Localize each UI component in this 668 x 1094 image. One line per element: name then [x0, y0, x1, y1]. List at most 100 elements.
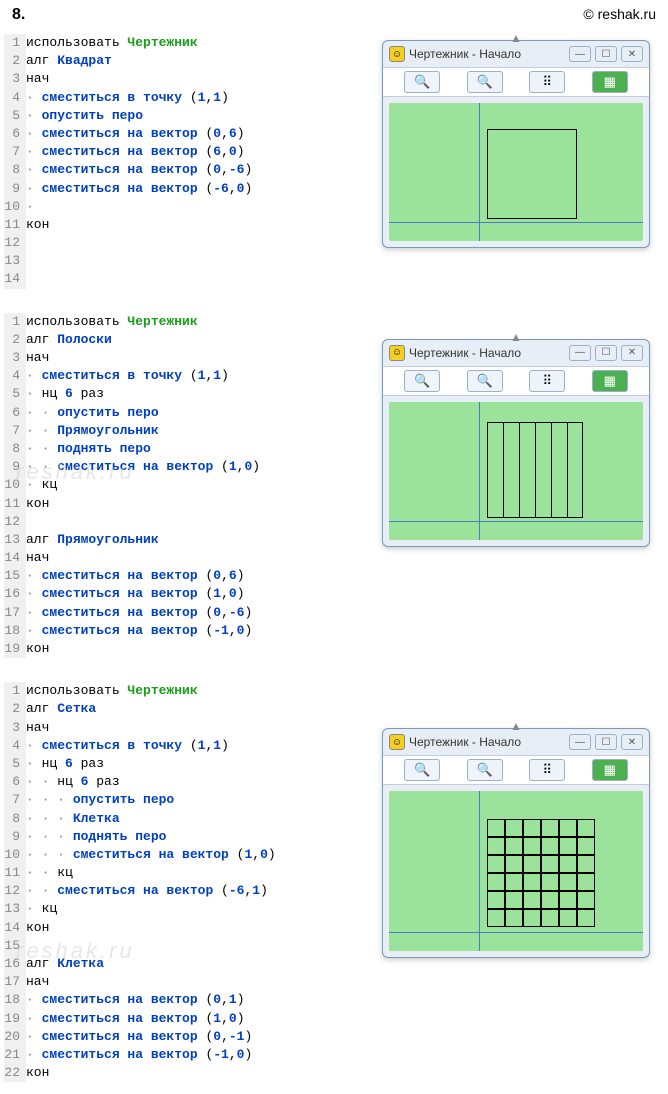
maximize-button[interactable]: ☐ [595, 46, 617, 62]
zoom-in-button[interactable]: 🔍 [404, 370, 440, 392]
code-text: · сместиться на вектор (0,-6) [26, 604, 252, 622]
code-text: · кц [26, 476, 57, 494]
toolbar: 🔍 🔍 ⠿ ▦ [383, 366, 649, 396]
line-number: 4 [4, 367, 26, 385]
zoom-in-button[interactable]: 🔍 [404, 759, 440, 781]
code-line: 5· нц 6 раз [4, 385, 360, 403]
minimize-button[interactable]: — [569, 46, 591, 62]
line-number: 6 [4, 125, 26, 143]
code-line: 4· сместиться в точку (1,1) [4, 737, 360, 755]
line-number: 18 [4, 991, 26, 1009]
code-line: 18· сместиться на вектор (0,1) [4, 991, 360, 1009]
line-number: 7 [4, 422, 26, 440]
line-number: 22 [4, 1064, 26, 1082]
line-number: 5 [4, 385, 26, 403]
window-2: ▲ ☺ Чертежник - Начало — ☐ ✕ 🔍 🔍 ⠿ ▦ [382, 339, 650, 547]
line-number: 1 [4, 34, 26, 52]
canvas-2[interactable] [389, 402, 643, 540]
zoom-out-button[interactable]: 🔍 [467, 759, 503, 781]
code-text: нач [26, 973, 49, 991]
line-number: 11 [4, 864, 26, 882]
close-button[interactable]: ✕ [621, 734, 643, 750]
line-number: 11 [4, 495, 26, 513]
code-line: 1использовать Чертежник [4, 313, 360, 331]
copyright: © reshak.ru [583, 6, 656, 24]
app-icon: ☺ [389, 734, 405, 750]
code-text: · · сместиться на вектор (1,0) [26, 458, 260, 476]
code-text: · · · опустить перо [26, 791, 174, 809]
code-line: 13алг Прямоугольник [4, 531, 360, 549]
toolbar: 🔍 🔍 ⠿ ▦ [383, 755, 649, 785]
app-icon: ☺ [389, 345, 405, 361]
task-number: 8. [12, 6, 25, 24]
code-line: 12 [4, 234, 360, 252]
line-number: 21 [4, 1046, 26, 1064]
line-number: 3 [4, 70, 26, 88]
canvas-3[interactable] [389, 791, 643, 951]
code-text: · · сместиться на вектор (-6,1) [26, 882, 268, 900]
canvas-1[interactable] [389, 103, 643, 241]
code-line: 15· сместиться на вектор (0,6) [4, 567, 360, 585]
line-number: 12 [4, 234, 26, 252]
code-line: 2алг Полоски [4, 331, 360, 349]
zoom-out-button[interactable]: 🔍 [467, 71, 503, 93]
home-button[interactable]: ▦ [592, 71, 628, 93]
zoom-out-button[interactable]: 🔍 [467, 370, 503, 392]
line-number: 13 [4, 531, 26, 549]
code-line: 4· сместиться в точку (1,1) [4, 367, 360, 385]
code-line: 16алг Клетка [4, 955, 360, 973]
grid-button[interactable]: ⠿ [529, 370, 565, 392]
home-button[interactable]: ▦ [592, 370, 628, 392]
minimize-button[interactable]: — [569, 345, 591, 361]
code-text: · сместиться на вектор (1,0) [26, 1010, 245, 1028]
code-text: алг Клетка [26, 955, 104, 973]
code-block-2: 1использовать Чертежник2алг Полоски3нач4… [0, 309, 360, 663]
code-text: · сместиться в точку (1,1) [26, 89, 229, 107]
maximize-button[interactable]: ☐ [595, 345, 617, 361]
minimize-button[interactable]: — [569, 734, 591, 750]
code-text: · · поднять перо [26, 440, 151, 458]
line-number: 3 [4, 719, 26, 737]
grid-button[interactable]: ⠿ [529, 759, 565, 781]
code-text: кон [26, 640, 49, 658]
window-controls: — ☐ ✕ [569, 345, 643, 361]
line-number: 18 [4, 622, 26, 640]
code-text: · сместиться на вектор (-1,0) [26, 1046, 252, 1064]
code-line: 3нач [4, 349, 360, 367]
line-number: 14 [4, 270, 26, 288]
code-line: 3нач [4, 719, 360, 737]
grid-button[interactable]: ⠿ [529, 71, 565, 93]
home-button[interactable]: ▦ [592, 759, 628, 781]
line-number: 7 [4, 791, 26, 809]
code-text: · · опустить перо [26, 404, 159, 422]
line-number: 9 [4, 180, 26, 198]
code-line: 8· сместиться на вектор (0,-6) [4, 161, 360, 179]
close-button[interactable]: ✕ [621, 345, 643, 361]
code-text: · сместиться в точку (1,1) [26, 737, 229, 755]
code-line: 18· сместиться на вектор (-1,0) [4, 622, 360, 640]
zoom-in-button[interactable]: 🔍 [404, 71, 440, 93]
close-button[interactable]: ✕ [621, 46, 643, 62]
code-line: 11кон [4, 216, 360, 234]
code-text: · сместиться на вектор (-6,0) [26, 180, 252, 198]
maximize-button[interactable]: ☐ [595, 734, 617, 750]
code-line: 19кон [4, 640, 360, 658]
window-title: Чертежник - Начало [409, 735, 565, 749]
drawing-stripes [487, 422, 583, 518]
line-number: 17 [4, 973, 26, 991]
code-line: 8· · · Клетка [4, 810, 360, 828]
code-line: 10· · · сместиться на вектор (1,0) [4, 846, 360, 864]
line-number: 13 [4, 900, 26, 918]
code-text: кон [26, 216, 49, 234]
line-number: 5 [4, 107, 26, 125]
line-number: 2 [4, 700, 26, 718]
code-line: 10· кц [4, 476, 360, 494]
code-line: 11· · кц [4, 864, 360, 882]
line-number: 7 [4, 143, 26, 161]
window-title: Чертежник - Начало [409, 346, 565, 360]
code-text: · опустить перо [26, 107, 143, 125]
arrow-up-icon: ▲ [510, 330, 522, 344]
line-number: 5 [4, 755, 26, 773]
code-text: · · · поднять перо [26, 828, 166, 846]
code-line: 22кон [4, 1064, 360, 1082]
